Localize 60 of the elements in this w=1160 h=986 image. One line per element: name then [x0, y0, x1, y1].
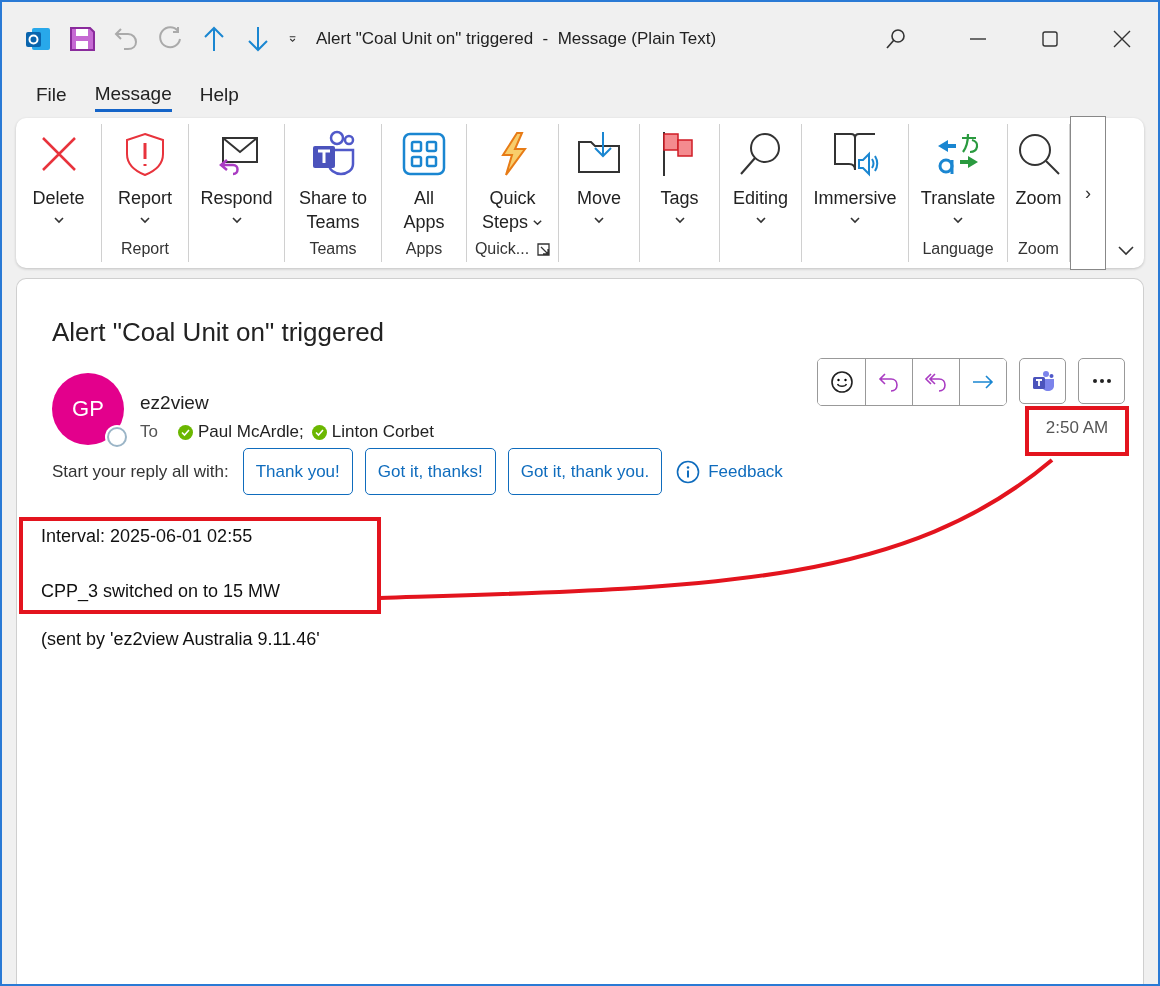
reply-icon — [877, 370, 901, 394]
ribbon-button[interactable]: Delete — [18, 130, 99, 226]
ribbon-button[interactable]: Respond — [191, 130, 282, 226]
body-text: CPP_3 switched on to 15 MW — [41, 581, 282, 602]
undo-icon[interactable] — [112, 25, 140, 53]
received-time: 2:50 AM — [1045, 418, 1109, 439]
quick-reply-button[interactable]: Got it, thank you. — [507, 448, 663, 495]
available-status-icon — [177, 424, 193, 440]
ribbon-button[interactable]: Immersive — [805, 130, 905, 226]
available-status-icon — [311, 424, 327, 440]
save-icon[interactable] — [68, 25, 96, 53]
recipient-name[interactable]: Linton Corbet — [331, 422, 434, 442]
body-text: (sent by 'ez2view Australia 9.11.46' — [41, 629, 321, 650]
more-icon — [1092, 379, 1111, 383]
quick-reply-button[interactable]: Thank you! — [242, 448, 353, 495]
presence-status-icon — [107, 427, 127, 447]
to-label: To — [140, 422, 158, 442]
dialog-launcher-icon[interactable] — [537, 242, 551, 256]
ribbon-button[interactable]: Share to Teams — [292, 130, 374, 234]
search-icon — [885, 28, 907, 50]
sender-name[interactable]: ez2view — [140, 392, 817, 414]
close-icon — [1111, 28, 1133, 50]
group-label: Quick... — [474, 240, 530, 258]
ribbon-button[interactable]: Tags — [641, 130, 718, 226]
message-subject: Alert "Coal Unit on" triggered — [52, 317, 386, 348]
menu-tab[interactable]: Help — [199, 82, 239, 112]
info-icon — [676, 459, 701, 484]
ribbon-button[interactable]: Editing — [722, 130, 799, 226]
menu-tab[interactable]: Message — [94, 82, 172, 112]
group-label: Apps — [405, 240, 443, 258]
feedback-link[interactable]: Feedback — [676, 459, 783, 484]
mail-app-icon[interactable] — [24, 25, 52, 53]
reply-all-icon — [924, 370, 948, 394]
teams-icon — [1030, 369, 1055, 393]
ribbon-button[interactable]: Move — [561, 130, 637, 226]
maximize-icon — [1039, 28, 1061, 50]
window-title: Alert "Coal Unit on" triggered - Message (Plain Text) — [316, 29, 718, 49]
ribbon-button[interactable]: All Apps — [394, 130, 454, 234]
more-options-button[interactable] — [1078, 358, 1125, 404]
group-label: Zoom — [1018, 240, 1059, 258]
ribbon-icon — [400, 130, 448, 178]
ribbon-button[interactable]: Quick Steps — [470, 130, 555, 234]
ribbon-scroll-button[interactable]: › — [1070, 116, 1106, 270]
ribbon-icon — [831, 130, 879, 178]
teams-chat-button[interactable] — [1019, 358, 1066, 404]
quick-reply-label: Start your reply all with: — [52, 461, 229, 482]
ribbon-button[interactable]: Translate — [912, 130, 1004, 226]
forward-button[interactable] — [959, 359, 1006, 405]
group-label: Language — [922, 240, 994, 258]
group-label: Teams — [309, 240, 357, 258]
minimize-icon — [970, 38, 986, 40]
ribbon-button[interactable]: Zoom — [1008, 130, 1069, 210]
quick-reply-button[interactable]: Got it, thanks! — [364, 448, 496, 495]
smiley-icon — [829, 370, 854, 394]
chevron-icon — [1118, 246, 1134, 256]
body-text: Interval: 2025-06-01 02:55 — [41, 526, 254, 547]
group-label: Report — [121, 240, 169, 258]
menu-tab[interactable]: File — [36, 82, 67, 112]
ribbon-button[interactable]: Report — [105, 130, 185, 226]
recipient-name[interactable]: Paul McArdle; — [197, 422, 304, 442]
